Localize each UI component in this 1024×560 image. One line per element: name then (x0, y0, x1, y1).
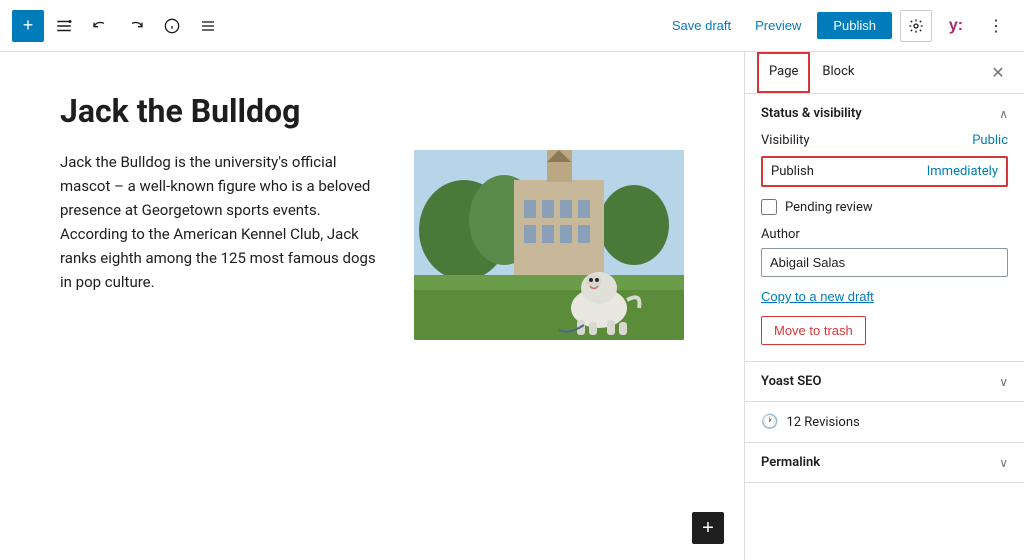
save-draft-button[interactable]: Save draft (664, 12, 739, 39)
more-options-button[interactable]: ⋮ (980, 10, 1012, 42)
status-visibility-chevron: ∧ (999, 107, 1008, 121)
visibility-value[interactable]: Public (972, 133, 1008, 148)
toolbar-right: Save draft Preview Publish y: ⋮ (664, 10, 1012, 42)
editor-area: Jack the Bulldog Jack the Bulldog is the… (0, 52, 744, 560)
copy-draft-button[interactable]: Copy to a new draft (761, 289, 874, 304)
status-visibility-title: Status & visibility (761, 106, 862, 121)
permalink-title: Permalink (761, 455, 820, 470)
yoast-seo-section: Yoast SEO ∨ (745, 362, 1024, 402)
info-button[interactable] (156, 10, 188, 42)
pending-review-checkbox[interactable] (761, 199, 777, 215)
toolbar-left: + (12, 10, 224, 42)
publish-value[interactable]: Immediately (927, 164, 998, 179)
author-input[interactable] (761, 248, 1008, 277)
body-text: Jack the Bulldog is the university's off… (60, 150, 390, 294)
yoast-seo-chevron: ∨ (999, 375, 1008, 389)
list-view-button[interactable] (192, 10, 224, 42)
visibility-label: Visibility (761, 133, 810, 148)
revisions-label: 12 Revisions (786, 415, 859, 430)
publish-row: Publish Immediately (761, 156, 1008, 187)
status-visibility-section: Status & visibility ∧ Visibility Public … (745, 94, 1024, 362)
tab-page[interactable]: Page (757, 52, 810, 93)
sidebar-header: Page Block ✕ (745, 52, 1024, 94)
preview-button[interactable]: Preview (747, 12, 809, 39)
sidebar-panel: Page Block ✕ Status & visibility ∧ Visib… (744, 52, 1024, 560)
permalink-section: Permalink ∨ (745, 443, 1024, 483)
publish-label: Publish (771, 164, 814, 179)
add-block-inline-button[interactable]: + (692, 512, 724, 544)
page-title: Jack the Bulldog (60, 92, 684, 130)
revisions-icon: 🕐 (761, 414, 778, 430)
settings-button[interactable] (900, 10, 932, 42)
toolbar: + Save draft (0, 0, 1024, 52)
content-body: Jack the Bulldog is the university's off… (60, 150, 684, 340)
undo-button[interactable] (84, 10, 116, 42)
featured-image (414, 150, 684, 340)
author-label: Author (761, 227, 1008, 242)
yoast-seo-header[interactable]: Yoast SEO ∨ (745, 362, 1024, 401)
move-trash-button[interactable]: Move to trash (761, 316, 866, 345)
add-block-button[interactable]: + (12, 10, 44, 42)
yoast-seo-title: Yoast SEO (761, 374, 821, 389)
pending-review-row: Pending review (761, 199, 1008, 215)
status-visibility-header[interactable]: Status & visibility ∧ (745, 94, 1024, 133)
main-area: Jack the Bulldog Jack the Bulldog is the… (0, 52, 1024, 560)
tab-block[interactable]: Block (810, 52, 866, 93)
status-visibility-content: Visibility Public Publish Immediately Pe… (745, 133, 1024, 361)
permalink-header[interactable]: Permalink ∨ (745, 443, 1024, 482)
permalink-chevron: ∨ (999, 456, 1008, 470)
sidebar-close-button[interactable]: ✕ (984, 59, 1012, 87)
publish-button[interactable]: Publish (817, 12, 892, 39)
yoast-button[interactable]: y: (940, 10, 972, 42)
visibility-row: Visibility Public (761, 133, 1008, 148)
pending-review-label[interactable]: Pending review (785, 200, 873, 215)
redo-button[interactable] (120, 10, 152, 42)
tools-button[interactable] (48, 10, 80, 42)
revisions-row[interactable]: 🕐 12 Revisions (745, 402, 1024, 443)
